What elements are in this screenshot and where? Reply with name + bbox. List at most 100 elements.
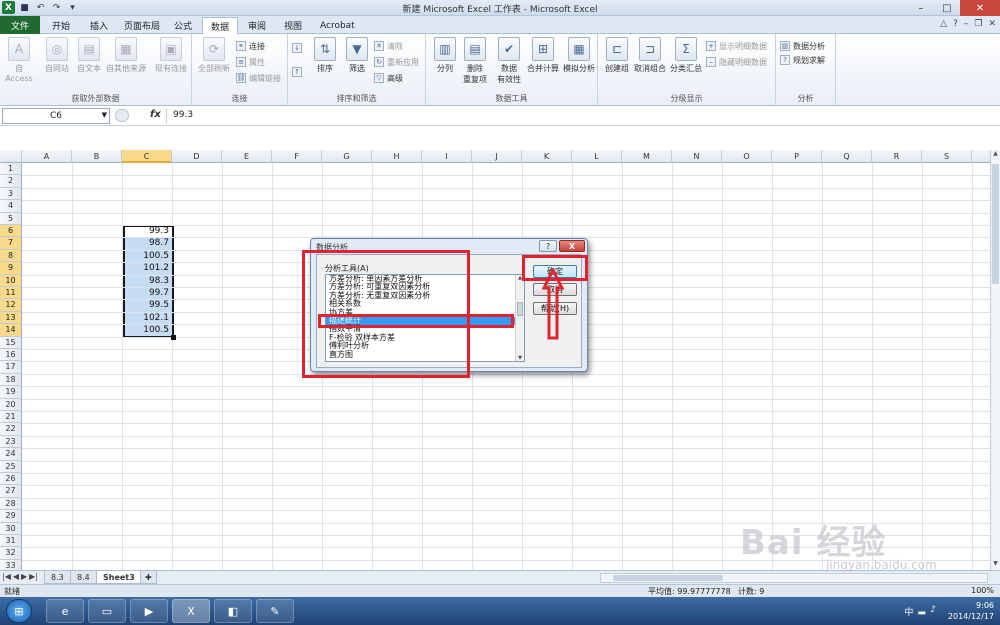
- chevron-down-icon[interactable]: ▼: [102, 111, 107, 119]
- row-header-10[interactable]: 10: [0, 274, 22, 287]
- refresh-all-button[interactable]: ⟳ 全部刷新: [196, 37, 232, 74]
- solver-button[interactable]: ? 规划求解: [780, 54, 825, 66]
- row-header-15[interactable]: 15: [0, 336, 22, 349]
- consolidate-button[interactable]: ⊞ 合并计算: [524, 37, 562, 74]
- maximize-icon[interactable]: □: [934, 0, 960, 16]
- row-header-9[interactable]: 9: [0, 262, 22, 275]
- sort-za-button[interactable]: ↑: [292, 66, 302, 78]
- from-text-button[interactable]: ▤ 自文本: [72, 37, 106, 74]
- tab-acrobat[interactable]: Acrobat: [312, 17, 363, 34]
- cell-c12[interactable]: 99.5: [122, 299, 172, 311]
- row-header-1[interactable]: 1: [0, 163, 22, 176]
- explorer-icon[interactable]: ▭: [88, 599, 126, 623]
- connections-button[interactable]: ⚭ 连接: [236, 40, 265, 52]
- column-header-o[interactable]: O: [722, 150, 772, 163]
- cell-c6[interactable]: 99.3: [122, 225, 172, 237]
- data-analysis-button[interactable]: ▥ 数据分析: [780, 40, 825, 52]
- row-header-30[interactable]: 30: [0, 522, 22, 535]
- tab-review[interactable]: 审阅: [240, 17, 274, 34]
- row-header-20[interactable]: 20: [0, 398, 22, 411]
- window-icon[interactable]: ◧: [214, 599, 252, 623]
- hide-detail-button[interactable]: – 隐藏明细数据: [706, 56, 767, 68]
- row-header-13[interactable]: 13: [0, 311, 22, 325]
- existing-connections-button[interactable]: ▣ 现有连接: [152, 37, 190, 74]
- column-header-l[interactable]: L: [572, 150, 622, 163]
- prev-sheet-icon[interactable]: ◀: [13, 572, 19, 581]
- column-header-i[interactable]: I: [422, 150, 472, 163]
- status-zoom[interactable]: 100%: [971, 586, 994, 595]
- select-all-corner[interactable]: [0, 150, 22, 163]
- doc-minimize-icon[interactable]: –: [964, 19, 969, 29]
- tab-page-layout[interactable]: 页面布局: [116, 17, 168, 34]
- row-header-21[interactable]: 21: [0, 411, 22, 424]
- row-header-31[interactable]: 31: [0, 535, 22, 548]
- row-header-25[interactable]: 25: [0, 460, 22, 473]
- list-scrollbar[interactable]: ▲ ▼: [515, 275, 524, 361]
- clock[interactable]: 9:06 2014/12/17: [948, 600, 994, 622]
- properties-button[interactable]: ≡ 属性: [236, 56, 265, 68]
- column-header-e[interactable]: E: [222, 150, 272, 163]
- column-header-g[interactable]: G: [322, 150, 372, 163]
- row-header-22[interactable]: 22: [0, 423, 22, 436]
- data-validation-button[interactable]: ✔ 数据 有效性: [490, 37, 528, 85]
- network-icon[interactable]: ▂: [918, 605, 925, 618]
- group-button[interactable]: ⊏ 创建组: [600, 37, 634, 74]
- row-header-27[interactable]: 27: [0, 485, 22, 498]
- column-header-p[interactable]: P: [772, 150, 822, 163]
- minimize-icon[interactable]: –: [908, 0, 934, 16]
- horizontal-scroll-thumb[interactable]: [613, 575, 723, 581]
- cell-c13[interactable]: 102.1: [122, 312, 172, 324]
- scroll-down-icon[interactable]: ▼: [991, 560, 1000, 570]
- vertical-scroll-thumb[interactable]: [992, 164, 999, 284]
- name-box[interactable]: C6 ▼: [2, 108, 110, 124]
- clear-button[interactable]: ✕ 清除: [374, 40, 403, 52]
- sort-az-button[interactable]: ↓: [292, 42, 302, 54]
- last-sheet-icon[interactable]: ▶|: [29, 572, 38, 581]
- ribbon-collapse-icon[interactable]: △: [940, 19, 947, 29]
- next-sheet-icon[interactable]: ▶: [21, 572, 27, 581]
- tab-view[interactable]: 视图: [276, 17, 310, 34]
- close-icon[interactable]: ✕: [960, 0, 1000, 16]
- ungroup-button[interactable]: ⊐ 取消组合: [632, 37, 668, 74]
- cell-c11[interactable]: 99.7: [122, 287, 172, 299]
- vertical-scrollbar[interactable]: ▲ ▼: [990, 150, 1000, 570]
- filter-button[interactable]: ▼ 筛选: [340, 37, 374, 74]
- scroll-up-icon[interactable]: ▲: [991, 150, 1000, 160]
- row-header-11[interactable]: 11: [0, 287, 22, 300]
- from-other-sources-button[interactable]: ▦ 自其他来源: [104, 37, 148, 74]
- paint-icon[interactable]: ✎: [256, 599, 294, 623]
- tab-data[interactable]: 数据: [202, 17, 239, 34]
- row-header-6[interactable]: 6: [0, 225, 22, 238]
- volume-icon[interactable]: ♪: [930, 605, 936, 618]
- tab-insert[interactable]: 插入: [82, 17, 116, 34]
- from-web-button[interactable]: ◎ 自网站: [40, 37, 74, 74]
- sort-button[interactable]: ⇅ 排序: [308, 37, 342, 74]
- tab-formulas[interactable]: 公式: [166, 17, 200, 34]
- sheet-tab-8-3[interactable]: 8.3: [44, 571, 71, 584]
- fill-handle[interactable]: [171, 335, 176, 340]
- remove-duplicates-button[interactable]: ▤ 删除 重复项: [458, 37, 492, 85]
- cell-c10[interactable]: 98.3: [122, 275, 172, 287]
- column-header-h[interactable]: H: [372, 150, 422, 163]
- row-header-12[interactable]: 12: [0, 299, 22, 312]
- row-header-7[interactable]: 7: [0, 237, 22, 250]
- row-header-3[interactable]: 3: [0, 187, 22, 201]
- row-header-23[interactable]: 23: [0, 435, 22, 449]
- doc-restore-icon[interactable]: ❐: [974, 19, 982, 29]
- column-header-b[interactable]: B: [72, 150, 122, 163]
- cell-c14[interactable]: 100.5: [122, 324, 172, 336]
- horizontal-scrollbar[interactable]: [600, 573, 988, 583]
- doc-close-icon[interactable]: ✕: [988, 19, 996, 29]
- reapply-button[interactable]: ↻ 重新应用: [374, 56, 419, 68]
- row-header-17[interactable]: 17: [0, 361, 22, 374]
- list-scroll-thumb[interactable]: [517, 302, 523, 316]
- cell-c9[interactable]: 101.2: [122, 262, 172, 274]
- what-if-analysis-button[interactable]: ▦ 模拟分析: [560, 37, 598, 74]
- help-icon[interactable]: ?: [953, 19, 958, 29]
- tab-home[interactable]: 开始: [44, 17, 78, 34]
- insert-sheet-icon[interactable]: ✚: [140, 571, 157, 584]
- row-header-28[interactable]: 28: [0, 497, 22, 511]
- row-header-33[interactable]: 33: [0, 559, 22, 570]
- sheet-tab-sheet3[interactable]: Sheet3: [96, 571, 142, 584]
- lang-indicator[interactable]: 中: [904, 605, 913, 618]
